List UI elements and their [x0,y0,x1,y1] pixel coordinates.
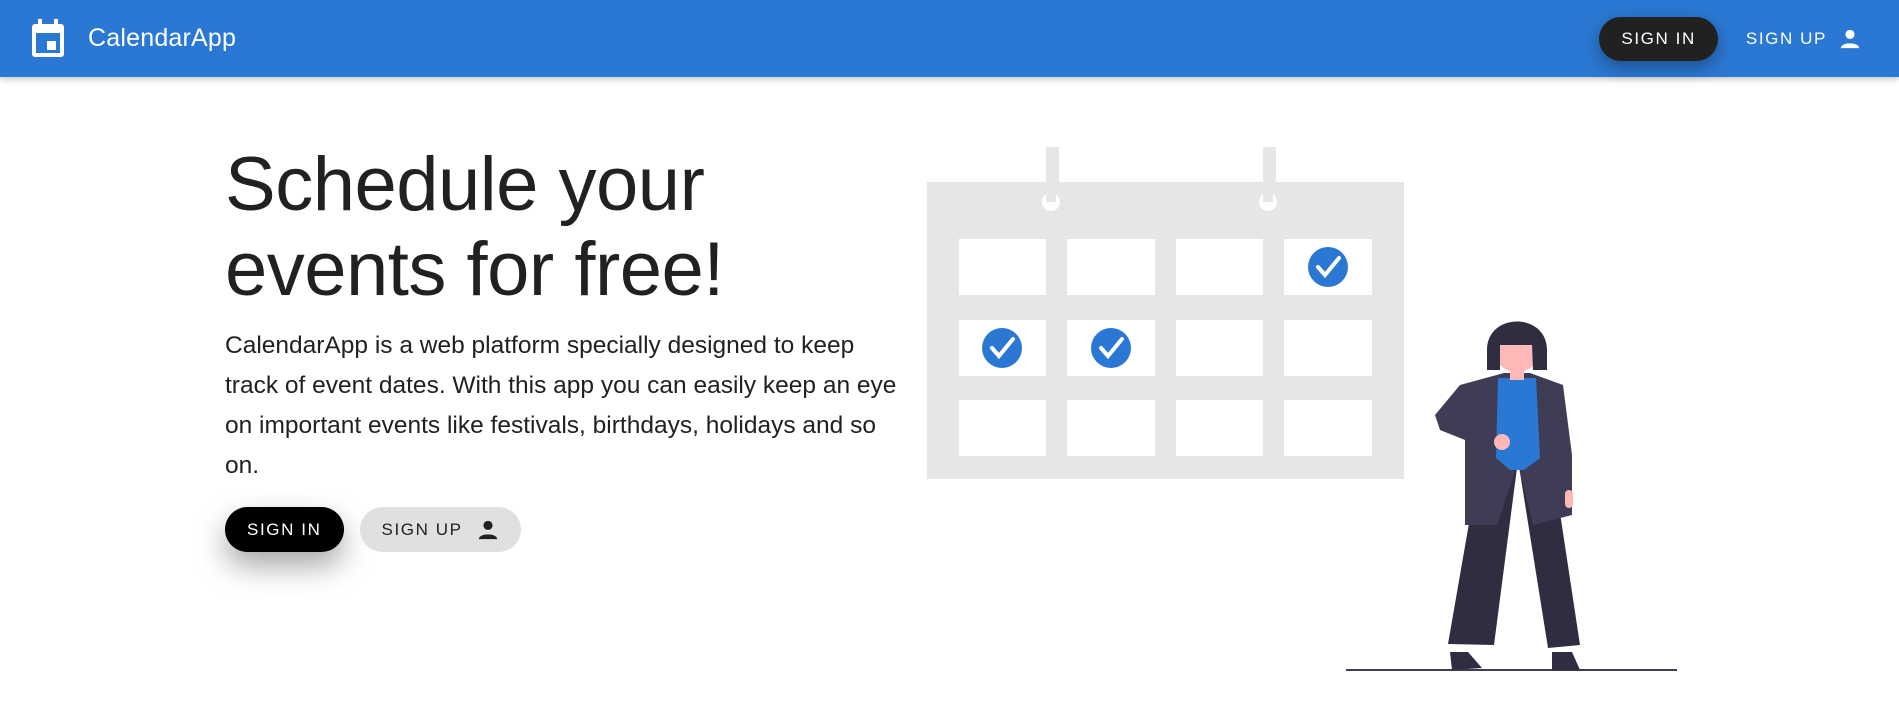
calendar-board [927,147,1404,479]
sign-up-label: SIGN UP [381,519,463,539]
nav-sign-in-button[interactable]: SIGN IN [1599,16,1718,61]
sign-in-button[interactable]: SIGN IN [225,507,344,552]
hero-title: Schedule your events for free! [225,142,845,312]
check-icon [982,328,1022,368]
app-title[interactable]: CalendarApp [88,24,236,53]
person-icon [1840,29,1860,48]
hero-description: CalendarApp is a web platform specially … [225,332,897,479]
check-icon [1308,247,1348,287]
nav-sign-up-label: SIGN UP [1745,28,1827,48]
person-figure [1435,321,1580,670]
hero-title-line-1: Schedule your [225,142,705,227]
check-icon [1091,328,1131,368]
calendar-illustration [927,147,1677,671]
sign-up-button[interactable]: SIGN UP [359,507,521,552]
hero-title-line-2: events for free! [225,227,724,313]
person-icon [478,520,497,539]
nav-sign-up-button[interactable]: SIGN UP [1738,17,1869,61]
hero-actions: SIGN IN SIGN UP [225,507,521,552]
app-bar: CalendarApp SIGN IN SIGN UP [0,0,1899,77]
calendar-icon [30,18,66,59]
